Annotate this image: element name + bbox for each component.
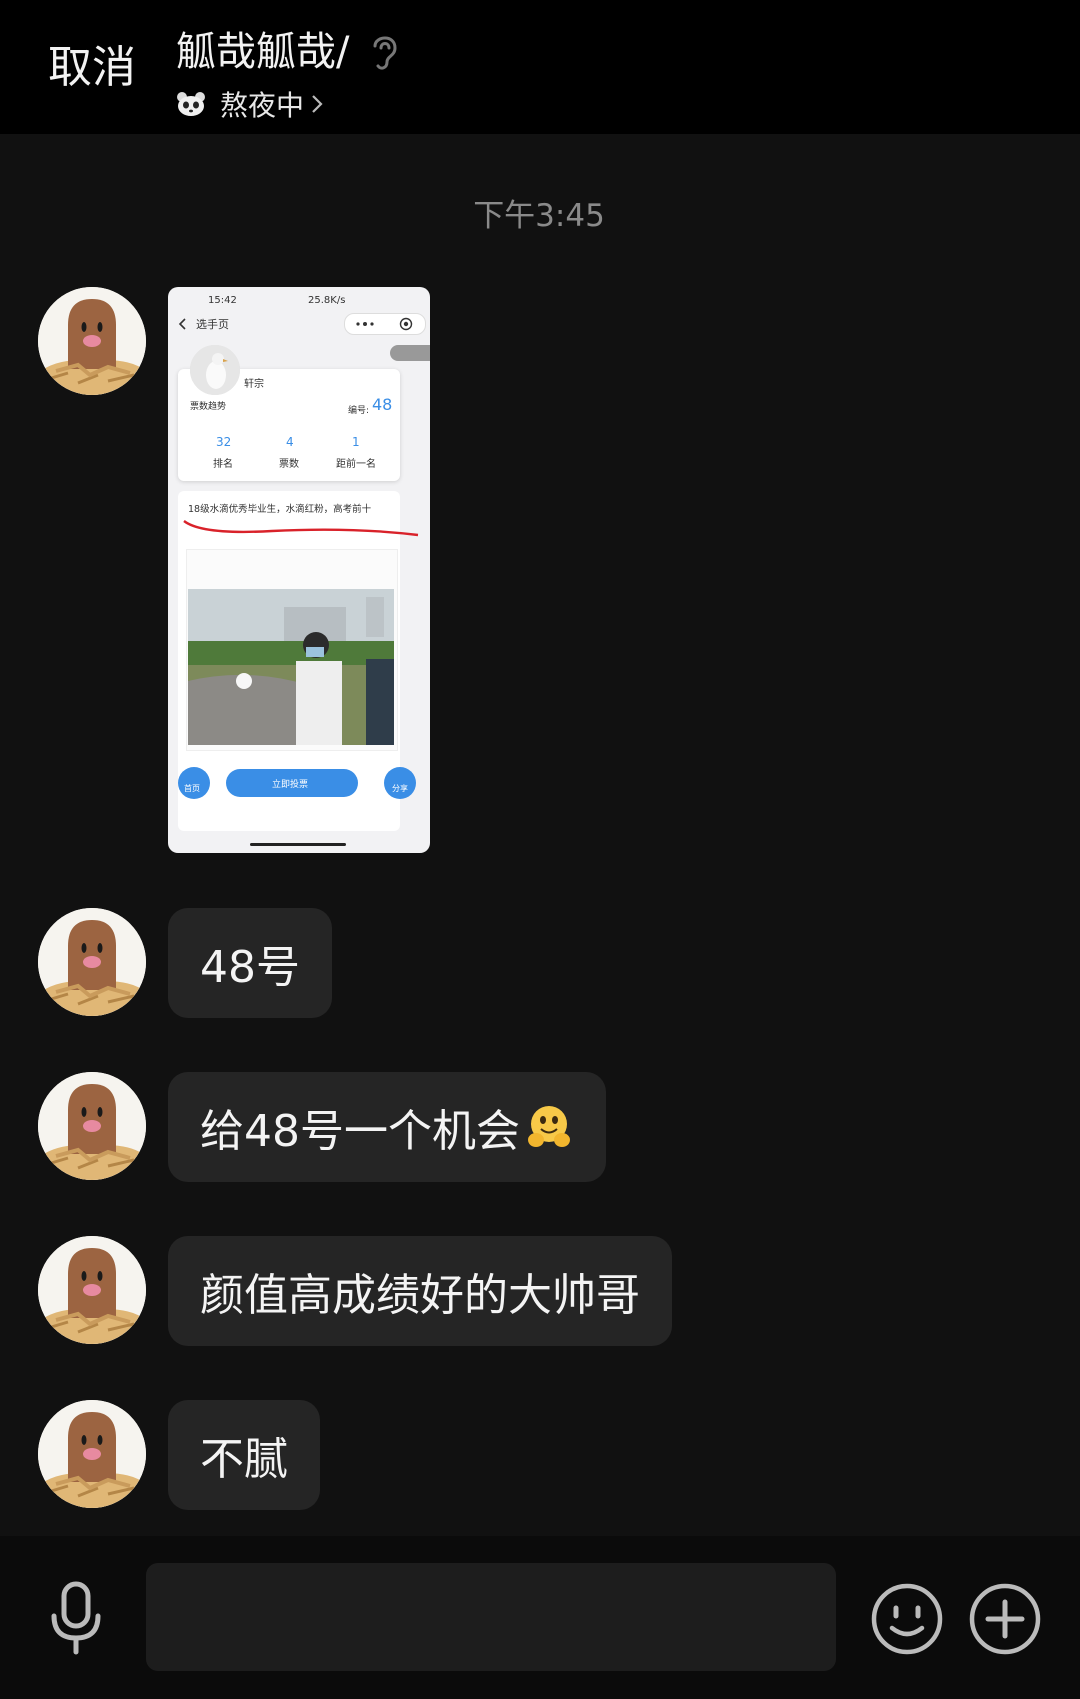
message-bubble[interactable]: 48号 bbox=[168, 908, 332, 1018]
plus-circle-icon[interactable] bbox=[968, 1582, 1042, 1656]
more-dots-icon bbox=[356, 322, 374, 326]
share-button[interactable]: 分享 bbox=[384, 767, 416, 799]
avatar[interactable] bbox=[38, 287, 146, 395]
message-text: 48号 bbox=[200, 942, 300, 993]
status-text[interactable]: 熬夜中 bbox=[220, 84, 304, 124]
stat-value: 32 bbox=[216, 435, 232, 449]
ear-icon[interactable] bbox=[367, 30, 401, 74]
message-text: 颜值高成绩好的大帅哥 bbox=[200, 1270, 640, 1321]
message-bubble[interactable]: 颜值高成绩好的大帅哥 bbox=[168, 1236, 672, 1346]
screenshot-status-time: 15:42 bbox=[208, 295, 237, 306]
stat-label: 距前一名 bbox=[336, 459, 376, 470]
avatar[interactable] bbox=[38, 1072, 146, 1180]
home-indicator bbox=[250, 843, 346, 846]
home-button[interactable]: 首页 bbox=[178, 767, 210, 799]
vote-trend-link: 票数趋势 bbox=[190, 402, 227, 412]
chevron-right-icon bbox=[312, 95, 323, 113]
stat-value: 4 bbox=[286, 435, 294, 449]
avatar[interactable] bbox=[38, 908, 146, 1016]
park-photo-icon bbox=[188, 589, 394, 745]
vote-now-button[interactable]: 立即投票 bbox=[226, 769, 358, 797]
message-bubble[interactable]: 不腻 bbox=[168, 1400, 320, 1510]
message-row: 不腻 bbox=[38, 1400, 320, 1510]
number-label: 编号: bbox=[348, 406, 370, 416]
contestant-avatar bbox=[190, 345, 240, 395]
stat-value: 1 bbox=[352, 435, 360, 449]
message-timestamp: 下午3:45 bbox=[473, 198, 605, 234]
screenshot-nav-title: 选手页 bbox=[196, 318, 229, 331]
bird-photo-icon bbox=[190, 345, 240, 395]
message-row: 给48号一个机会 bbox=[38, 1072, 606, 1182]
capsule-menu bbox=[344, 313, 426, 335]
screenshot-status-speed: 25.8K/s bbox=[308, 295, 346, 306]
diglett-avatar-icon bbox=[38, 287, 146, 395]
message-row: 颜值高成绩好的大帅哥 bbox=[38, 1236, 672, 1346]
avatar[interactable] bbox=[38, 1400, 146, 1508]
smiley-face-icon[interactable] bbox=[870, 1582, 944, 1656]
message-text: 给48号一个机会 bbox=[200, 1106, 520, 1157]
description-text: 18级水滴优秀毕业生，水滴红粉，高考前十 bbox=[188, 504, 372, 515]
message-text: 不腻 bbox=[200, 1434, 288, 1485]
red-underline-mark bbox=[183, 520, 419, 537]
number-value: 48 bbox=[372, 395, 393, 414]
close-target-icon bbox=[399, 317, 413, 331]
message-row: 48号 bbox=[38, 908, 332, 1018]
contestant-name: 轩宗 bbox=[244, 379, 264, 390]
message-row-image: 15:42 25.8K/s 选手页 轩宗 票数趋势 编号: 48 32 排名 4… bbox=[38, 287, 430, 853]
chat-header: 取消 觚哉觚哉/ 熬夜中 bbox=[0, 0, 1080, 134]
panda-status-icon bbox=[177, 92, 205, 116]
microphone-icon[interactable] bbox=[46, 1580, 106, 1656]
chat-title-area[interactable]: 觚哉觚哉/ 熬夜中 bbox=[176, 24, 401, 122]
message-input[interactable] bbox=[146, 1563, 836, 1671]
chat-title: 觚哉觚哉/ bbox=[176, 29, 350, 75]
diglett-avatar-icon bbox=[38, 1072, 146, 1180]
stat-label: 排名 bbox=[213, 459, 233, 470]
avatar[interactable] bbox=[38, 1236, 146, 1344]
diglett-avatar-icon bbox=[38, 1400, 146, 1508]
tag-pill bbox=[390, 345, 430, 361]
diglett-avatar-icon bbox=[38, 908, 146, 1016]
shared-screenshot-image[interactable]: 15:42 25.8K/s 选手页 轩宗 票数趋势 编号: 48 32 排名 4… bbox=[168, 287, 430, 853]
diglett-avatar-icon bbox=[38, 1236, 146, 1344]
stat-label: 票数 bbox=[279, 459, 299, 470]
back-arrow-icon bbox=[178, 318, 186, 330]
cancel-button[interactable]: 取消 bbox=[48, 40, 136, 96]
message-bubble[interactable]: 给48号一个机会 bbox=[168, 1072, 606, 1182]
hug-emoji-icon bbox=[528, 1106, 570, 1147]
